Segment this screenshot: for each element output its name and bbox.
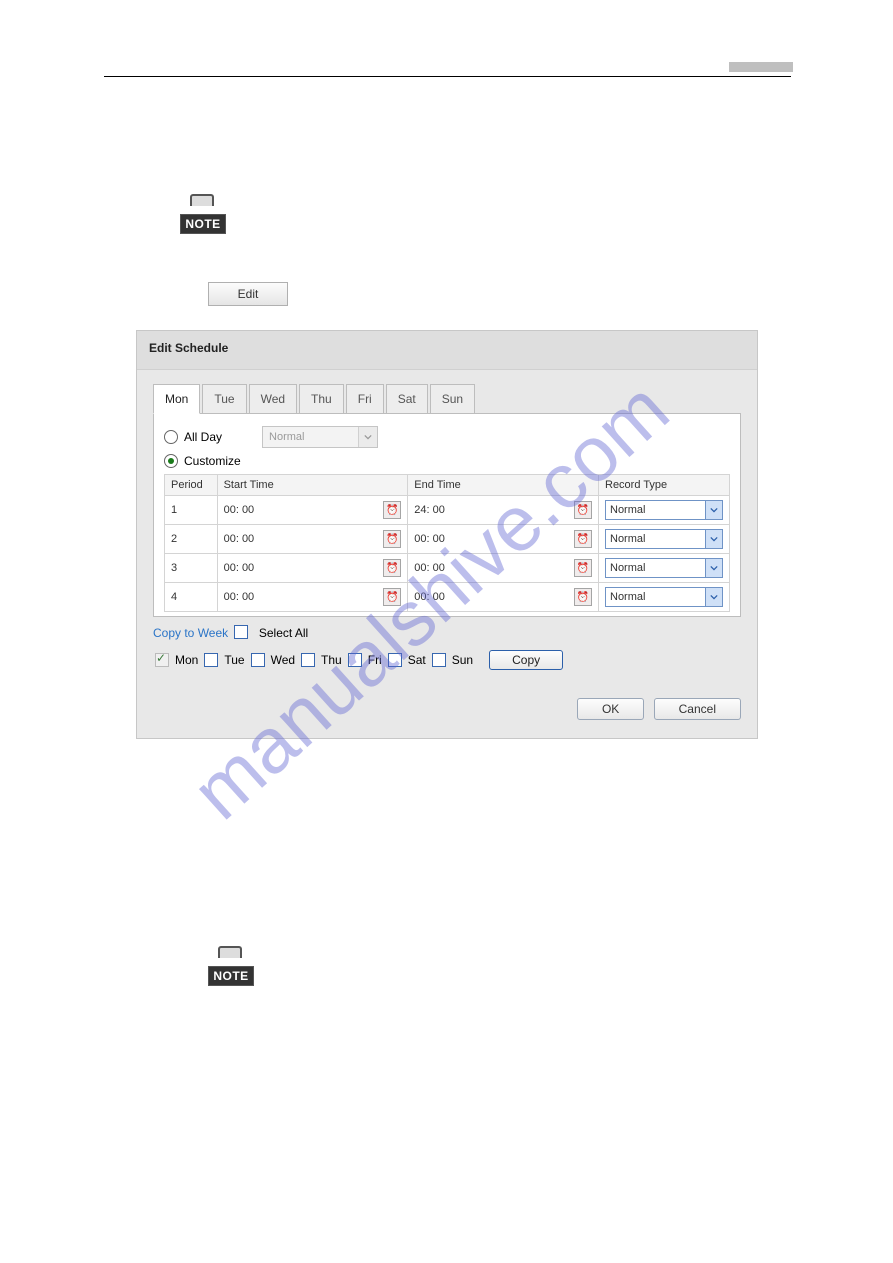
- period-cell: 2: [165, 525, 218, 554]
- record-type-select[interactable]: Normal: [605, 500, 723, 520]
- tab-sat[interactable]: Sat: [386, 384, 428, 413]
- clock-icon[interactable]: ⏰: [383, 588, 401, 606]
- col-period: Period: [165, 475, 218, 496]
- select-all-label: Select All: [259, 626, 308, 640]
- note-icon-1: NOTE: [180, 200, 224, 234]
- record-type-select[interactable]: Normal: [605, 529, 723, 549]
- period-cell: 3: [165, 554, 218, 583]
- col-end: End Time: [408, 475, 599, 496]
- day-tabs: Mon Tue Wed Thu Fri Sat Sun: [153, 384, 741, 414]
- table-row: 2 00: 00 ⏰ 00: 00 ⏰ Normal: [165, 525, 730, 554]
- end-time-value[interactable]: 00: 00: [414, 562, 445, 574]
- end-time-value[interactable]: 24: 00: [414, 504, 445, 516]
- record-type-select[interactable]: Normal: [605, 558, 723, 578]
- day-checkbox-tue[interactable]: [204, 653, 218, 667]
- header-rule: [104, 76, 791, 77]
- day-checkbox-thu[interactable]: [301, 653, 315, 667]
- table-row: 4 00: 00 ⏰ 00: 00 ⏰ Normal: [165, 583, 730, 612]
- ok-button[interactable]: OK: [577, 698, 644, 720]
- table-row: 1 00: 00 ⏰ 24: 00 ⏰ Normal: [165, 496, 730, 525]
- end-time-value[interactable]: 00: 00: [414, 533, 445, 545]
- note-label: NOTE: [180, 214, 226, 234]
- day-checkbox-wed[interactable]: [251, 653, 265, 667]
- all-day-label: All Day: [184, 430, 222, 444]
- clock-icon[interactable]: ⏰: [383, 530, 401, 548]
- radio-customize[interactable]: [164, 454, 178, 468]
- select-all-checkbox[interactable]: [234, 625, 248, 639]
- day-label: Thu: [321, 653, 342, 667]
- note-icon-2: NOTE: [208, 952, 252, 986]
- tab-mon[interactable]: Mon: [153, 384, 200, 414]
- dialog-title: Edit Schedule: [137, 331, 757, 370]
- schedule-table: Period Start Time End Time Record Type 1…: [164, 474, 730, 612]
- edit-button[interactable]: Edit: [208, 282, 288, 306]
- start-time-value[interactable]: 00: 00: [224, 562, 255, 574]
- note-label: NOTE: [208, 966, 254, 986]
- day-checkbox-sat[interactable]: [388, 653, 402, 667]
- period-cell: 4: [165, 583, 218, 612]
- end-time-value[interactable]: 00: 00: [414, 591, 445, 603]
- chevron-down-icon: [705, 501, 722, 519]
- cancel-button[interactable]: Cancel: [654, 698, 741, 720]
- day-checkbox-fri[interactable]: [348, 653, 362, 667]
- tab-wed[interactable]: Wed: [249, 384, 297, 413]
- day-label: Fri: [368, 653, 382, 667]
- tab-thu[interactable]: Thu: [299, 384, 344, 413]
- customize-label: Customize: [184, 454, 241, 468]
- day-checkbox-sun[interactable]: [432, 653, 446, 667]
- start-time-value[interactable]: 00: 00: [224, 591, 255, 603]
- copy-button[interactable]: Copy: [489, 650, 563, 670]
- clock-icon[interactable]: ⏰: [574, 588, 592, 606]
- clock-icon[interactable]: ⏰: [383, 559, 401, 577]
- tab-sun[interactable]: Sun: [430, 384, 475, 413]
- day-label: Mon: [175, 653, 198, 667]
- tab-fri[interactable]: Fri: [346, 384, 384, 413]
- table-row: 3 00: 00 ⏰ 00: 00 ⏰ Normal: [165, 554, 730, 583]
- clock-icon[interactable]: ⏰: [574, 501, 592, 519]
- record-type-select[interactable]: Normal: [605, 587, 723, 607]
- header-accent-bar: [729, 62, 793, 72]
- clock-icon[interactable]: ⏰: [574, 530, 592, 548]
- edit-button-inline: Edit: [208, 282, 288, 306]
- start-time-value[interactable]: 00: 00: [224, 533, 255, 545]
- chevron-down-icon: [358, 427, 377, 447]
- edit-schedule-dialog: Edit Schedule Mon Tue Wed Thu Fri Sat Su…: [136, 330, 758, 739]
- day-label: Sat: [408, 653, 426, 667]
- chevron-down-icon: [705, 530, 722, 548]
- col-type: Record Type: [599, 475, 730, 496]
- col-start: Start Time: [217, 475, 408, 496]
- day-label: Sun: [452, 653, 473, 667]
- radio-all-day[interactable]: [164, 430, 178, 444]
- day-checkbox-mon: [155, 653, 169, 667]
- day-label: Wed: [271, 653, 295, 667]
- period-cell: 1: [165, 496, 218, 525]
- chevron-down-icon: [705, 588, 722, 606]
- day-label: Tue: [224, 653, 244, 667]
- clock-icon[interactable]: ⏰: [574, 559, 592, 577]
- copy-to-week-link[interactable]: Copy to Week: [153, 626, 228, 640]
- clock-icon[interactable]: ⏰: [383, 501, 401, 519]
- tab-tue[interactable]: Tue: [202, 384, 246, 413]
- record-type-dropdown-disabled: Normal: [262, 426, 378, 448]
- start-time-value[interactable]: 00: 00: [224, 504, 255, 516]
- chevron-down-icon: [705, 559, 722, 577]
- dropdown-disabled-value: Normal: [269, 431, 304, 443]
